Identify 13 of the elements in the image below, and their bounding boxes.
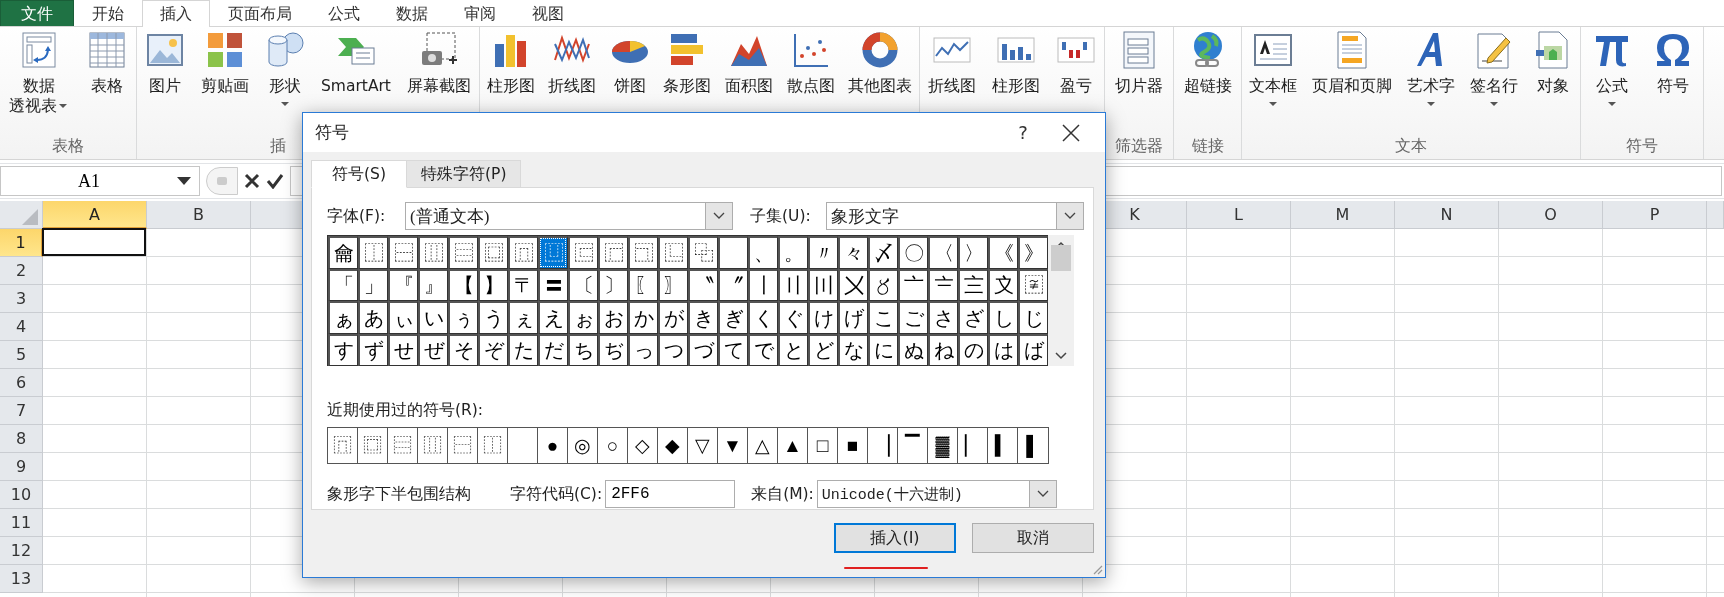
field-label: 子集(U): (750, 205, 812, 227)
field-label: 字体(F): (327, 205, 387, 227)
character-name: 象形字下半包围结构 (327, 483, 472, 505)
group-label: 插 (269, 136, 287, 157)
dialog-title: 符号 (315, 121, 350, 144)
section-label: 近期使用过的符号(R): (327, 400, 485, 421)
group-label: 表格 (51, 136, 85, 157)
field-label: 字符代码(C): (510, 483, 603, 505)
group-label: 链接 (1190, 136, 1225, 157)
group-label: 符号 (1625, 136, 1659, 157)
group-label: 文本 (1394, 136, 1428, 157)
group-label: 筛选器 (1114, 136, 1164, 157)
field-label: 来自(M): (751, 483, 814, 505)
